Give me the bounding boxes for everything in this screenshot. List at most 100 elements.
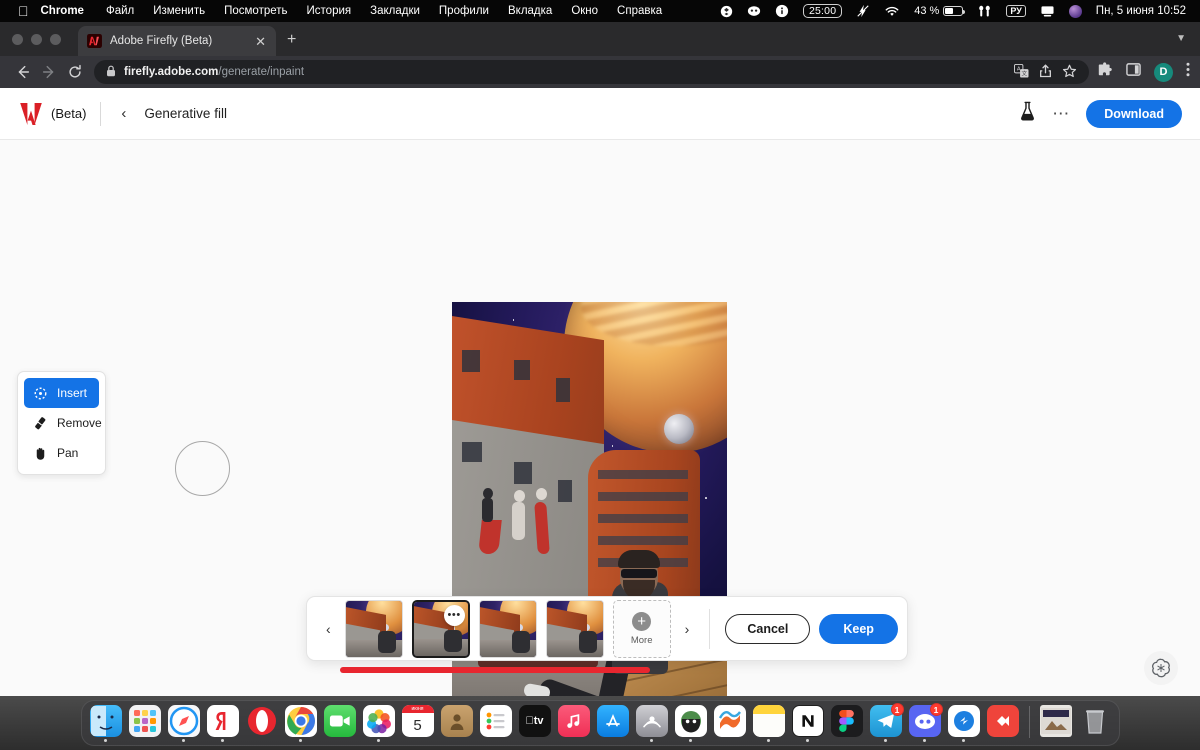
menu-item-help[interactable]: Справка	[617, 5, 662, 17]
chrome-menu-icon[interactable]	[1186, 62, 1190, 82]
new-tab-icon[interactable]: +	[287, 32, 296, 48]
display-icon[interactable]	[1040, 5, 1055, 18]
dock-item-telegram[interactable]: 1	[869, 705, 903, 742]
variation-thumbnail[interactable]	[479, 600, 537, 658]
browser-tab-active[interactable]: Adobe Firefly (Beta) ✕	[78, 26, 276, 56]
input-source-indicator[interactable]: РУ	[1006, 5, 1025, 17]
dock-item-opera[interactable]	[245, 705, 279, 742]
dock-item-figma[interactable]	[830, 705, 864, 742]
window-traffic-lights[interactable]	[12, 34, 61, 45]
adobe-logo-icon[interactable]	[18, 102, 44, 126]
more-dots-icon[interactable]: ⋯	[1052, 105, 1070, 122]
tool-remove-label: Remove	[57, 416, 102, 430]
figma-icon	[831, 705, 863, 737]
menu-item-chrome[interactable]: Chrome	[41, 5, 84, 17]
dock-item-messenger-app[interactable]	[947, 705, 981, 742]
dock-item-facetime[interactable]	[323, 705, 357, 742]
menu-item-profiles[interactable]: Профили	[439, 5, 489, 17]
info-circle-icon[interactable]	[775, 4, 789, 18]
address-bar[interactable]: firefly.adobe.com /generate/inpaint A文	[94, 60, 1089, 84]
reload-icon[interactable]	[62, 59, 88, 85]
menu-item-view[interactable]: Посмотреть	[224, 5, 287, 17]
menu-item-window[interactable]: Окно	[571, 5, 598, 17]
dock-item-calendar[interactable]: июня 5	[401, 705, 435, 742]
apple-logo-icon[interactable]: 	[18, 4, 29, 18]
cancel-button[interactable]: Cancel	[725, 614, 810, 644]
thumbnail-options-dots-icon[interactable]: •••	[444, 605, 465, 626]
menu-item-history[interactable]: История	[307, 5, 352, 17]
menu-item-bookmarks[interactable]: Закладки	[370, 5, 420, 17]
dock-item-bandit-app[interactable]	[674, 705, 708, 742]
dock-item-photos[interactable]	[362, 705, 396, 742]
discord-badge: 1	[930, 703, 943, 716]
dock-item-contacts[interactable]	[440, 705, 474, 742]
more-variations-button[interactable]: + More	[613, 600, 671, 658]
download-button[interactable]: Download	[1086, 100, 1182, 128]
dock-item-anydesk[interactable]	[986, 705, 1020, 742]
menu-item-tab[interactable]: Вкладка	[508, 5, 552, 17]
tab-close-icon[interactable]: ✕	[253, 35, 268, 48]
menu-item-edit[interactable]: Изменить	[153, 5, 205, 17]
dock-item-yandex-browser[interactable]	[206, 705, 240, 742]
side-panel-icon[interactable]	[1126, 62, 1141, 82]
wifi-icon[interactable]	[884, 5, 900, 18]
dock-item-podcasts[interactable]	[635, 705, 669, 742]
dock-item-music[interactable]	[557, 705, 591, 742]
keep-button[interactable]: Keep	[819, 614, 898, 644]
forward-arrow-icon[interactable]	[36, 59, 62, 85]
profile-avatar[interactable]: D	[1154, 63, 1173, 82]
notes-icon	[753, 705, 785, 737]
window-maximize-button[interactable]	[50, 34, 61, 45]
bookmark-star-icon[interactable]	[1062, 64, 1077, 81]
menu-bar-status-area: 25:00 43 % РУ Пн	[720, 4, 1192, 18]
window-close-button[interactable]	[12, 34, 23, 45]
dock-item-notion[interactable]	[791, 705, 825, 742]
siri-icon[interactable]	[1069, 5, 1082, 18]
extensions-puzzle-icon[interactable]	[1097, 62, 1113, 83]
dock-item-google-chrome[interactable]	[284, 705, 318, 742]
flash-off-icon[interactable]	[856, 4, 870, 18]
dock-item-finder[interactable]	[89, 705, 123, 742]
battery-indicator[interactable]: 43 %	[914, 5, 963, 17]
tool-pan-label: Pan	[57, 446, 78, 460]
back-chevron-left-icon[interactable]: ‹	[115, 102, 132, 125]
dock-item-launchpad[interactable]	[128, 705, 162, 742]
window-minimize-button[interactable]	[31, 34, 42, 45]
translate-icon[interactable]: A文	[1014, 64, 1029, 81]
dock-item-reminders[interactable]	[479, 705, 513, 742]
variation-thumbnail[interactable]	[345, 600, 403, 658]
ghost-icon[interactable]	[747, 4, 761, 18]
back-arrow-icon[interactable]	[10, 59, 36, 85]
tool-insert[interactable]: Insert	[24, 378, 99, 408]
dock-item-discord[interactable]: 1	[908, 705, 942, 742]
beaker-icon[interactable]	[1019, 101, 1036, 126]
filmstrip-prev-chevron-left-icon[interactable]: ‹	[321, 617, 336, 641]
menu-item-file[interactable]: Файл	[106, 5, 134, 17]
telegram-badge: 1	[891, 703, 904, 716]
tool-pan[interactable]: Pan	[24, 438, 99, 468]
tool-remove[interactable]: Remove	[24, 408, 99, 438]
variation-thumbnail-selected[interactable]: •••	[412, 600, 470, 658]
airpods-icon[interactable]	[977, 5, 992, 18]
filmstrip-next-chevron-right-icon[interactable]: ›	[680, 617, 695, 641]
chrome-icon	[285, 705, 317, 737]
dock-item-sublime-merge[interactable]	[713, 705, 747, 742]
dock-item-screenshot-thumbnail[interactable]	[1039, 705, 1073, 742]
lock-icon	[106, 65, 116, 80]
variation-thumbnail[interactable]	[546, 600, 604, 658]
variations-filmstrip: ‹ ••• + More › Cancel Keep	[306, 596, 908, 661]
calendar-day-label: 5	[402, 713, 434, 737]
dock-item-app-store[interactable]	[596, 705, 630, 742]
photos-icon	[363, 705, 395, 737]
dock-item-notes[interactable]	[752, 705, 786, 742]
dock-item-apple-tv[interactable]: tv	[518, 705, 552, 742]
opera-icon	[246, 705, 278, 737]
menu-bar-clock[interactable]: Пн, 5 июня 10:52	[1096, 5, 1186, 17]
dock-item-safari[interactable]	[167, 705, 201, 742]
share-icon[interactable]	[1039, 64, 1052, 81]
red-annotation-line	[340, 667, 650, 673]
dropbox-icon[interactable]	[720, 5, 733, 18]
dock-item-trash[interactable]	[1078, 705, 1112, 742]
timer-indicator[interactable]: 25:00	[803, 4, 842, 18]
tab-search-chevron-down-icon[interactable]: ▼	[1176, 33, 1186, 44]
